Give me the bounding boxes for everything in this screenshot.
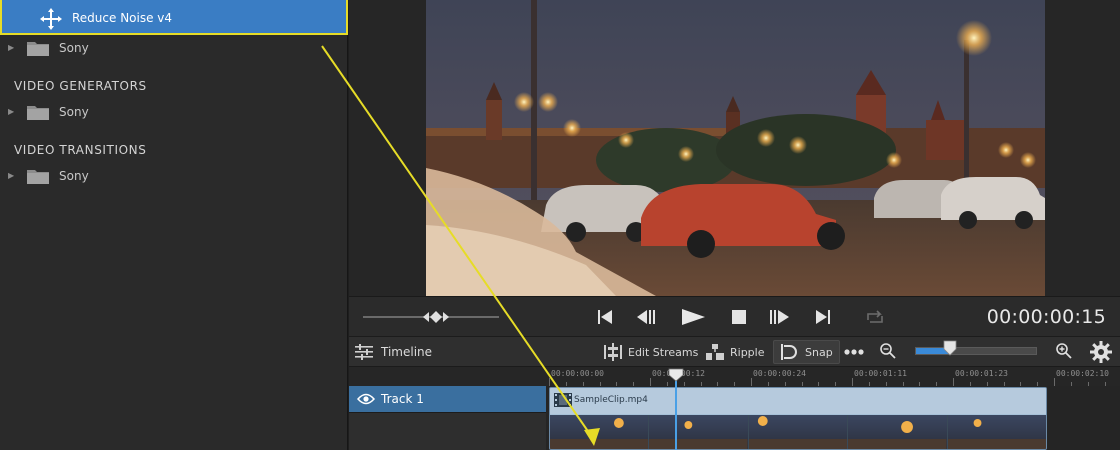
folder-label: Sony xyxy=(59,41,89,55)
video-editor-window: Reduce Noise v4 ▶ Sony VIDEO GENERATORS … xyxy=(0,0,1120,450)
zoom-slider[interactable] xyxy=(915,347,1037,355)
go-to-start-icon[interactable] xyxy=(593,306,617,328)
previous-frame-icon[interactable] xyxy=(635,306,659,328)
timecode-display: 00:00:00:15 xyxy=(986,306,1106,328)
timeline-toolbar: Timeline Edit Streams Ripple Snap xyxy=(349,336,1120,366)
zoom-slider-handle[interactable] xyxy=(942,340,958,356)
effects-panel: Reduce Noise v4 ▶ Sony VIDEO GENERATORS … xyxy=(0,0,348,450)
film-strip-icon xyxy=(554,393,572,407)
folder-row[interactable]: ▶ Sony xyxy=(0,166,348,188)
folder-label: Sony xyxy=(59,169,89,183)
clip-name: SampleClip.mp4 xyxy=(574,395,648,405)
settings-gear-icon[interactable] xyxy=(1089,340,1113,364)
track-visibility-eye-icon[interactable] xyxy=(357,392,375,406)
section-heading: VIDEO GENERATORS xyxy=(14,79,147,93)
loop-icon[interactable] xyxy=(863,306,887,328)
folder-row[interactable]: ▶ Sony xyxy=(0,102,348,124)
timeline-title: Timeline xyxy=(381,345,433,359)
play-icon[interactable] xyxy=(679,306,707,328)
ripple-button[interactable]: Ripple xyxy=(705,340,765,364)
video-preview-area xyxy=(349,0,1120,296)
ruler-label: 00:00:02:10 xyxy=(1056,369,1109,378)
clip-thumbnail xyxy=(649,415,749,449)
timeline-icon xyxy=(355,344,373,360)
ruler-tick xyxy=(953,378,954,386)
ruler-tick xyxy=(1054,378,1055,386)
clip-thumbnail xyxy=(947,415,1046,449)
expand-caret-icon[interactable]: ▶ xyxy=(8,171,14,180)
snap-button[interactable]: Snap xyxy=(773,340,840,364)
edit-streams-label: Edit Streams xyxy=(628,345,699,359)
expand-caret-icon[interactable]: ▶ xyxy=(8,43,14,52)
ripple-icon xyxy=(706,344,724,360)
playhead-line[interactable] xyxy=(675,376,677,450)
ruler-label: 00:00:01:11 xyxy=(854,369,907,378)
ruler-tick xyxy=(852,378,853,386)
track-header[interactable]: Track 1 xyxy=(349,386,546,412)
track-header-lower xyxy=(349,412,546,450)
folder-icon xyxy=(27,42,49,56)
video-preview-frame xyxy=(426,0,1045,296)
transport-bar: 00:00:00:15 xyxy=(349,296,1120,336)
folder-icon xyxy=(27,106,49,120)
clip-thumbnail xyxy=(748,415,849,449)
folder-icon xyxy=(27,170,49,184)
timeline-ruler[interactable]: 00:00:00:00 00:00:00:12 00:00:00:24 00:0… xyxy=(349,366,1120,386)
playhead-handle[interactable] xyxy=(668,368,684,382)
section-heading: VIDEO TRANSITIONS xyxy=(14,143,147,157)
video-clip[interactable]: SampleClip.mp4 xyxy=(549,387,1047,450)
ruler-tick xyxy=(751,378,752,386)
edit-streams-button[interactable]: Edit Streams xyxy=(603,340,698,364)
ripple-label: Ripple xyxy=(730,345,765,359)
ruler-tick xyxy=(549,378,550,386)
shuttle-handle-icon[interactable] xyxy=(423,309,449,325)
effect-name: Reduce Noise v4 xyxy=(72,11,173,25)
track-name: Track 1 xyxy=(381,392,424,406)
effect-item-selected[interactable]: Reduce Noise v4 xyxy=(0,0,348,35)
effect-move-icon xyxy=(40,8,62,30)
edit-streams-icon xyxy=(604,343,622,361)
zoom-out-icon[interactable] xyxy=(879,342,897,360)
clip-thumbnail xyxy=(550,415,650,449)
more-options-icon[interactable] xyxy=(843,346,865,358)
clip-thumbnail xyxy=(848,415,948,449)
stop-icon[interactable] xyxy=(727,306,751,328)
folder-row[interactable]: ▶ Sony xyxy=(0,38,348,60)
zoom-in-icon[interactable] xyxy=(1055,342,1073,360)
folder-label: Sony xyxy=(59,105,89,119)
snap-label: Snap xyxy=(805,345,833,359)
snap-magnet-icon xyxy=(781,344,797,360)
ruler-label: 00:00:01:23 xyxy=(955,369,1008,378)
next-frame-icon[interactable] xyxy=(767,306,791,328)
go-to-end-icon[interactable] xyxy=(811,306,835,328)
clip-thumbnails xyxy=(550,415,1046,449)
ruler-tick xyxy=(650,378,651,386)
clip-header: SampleClip.mp4 xyxy=(550,388,1046,414)
ruler-label: 00:00:00:00 xyxy=(551,369,604,378)
ruler-label: 00:00:00:24 xyxy=(753,369,806,378)
expand-caret-icon[interactable]: ▶ xyxy=(8,107,14,116)
